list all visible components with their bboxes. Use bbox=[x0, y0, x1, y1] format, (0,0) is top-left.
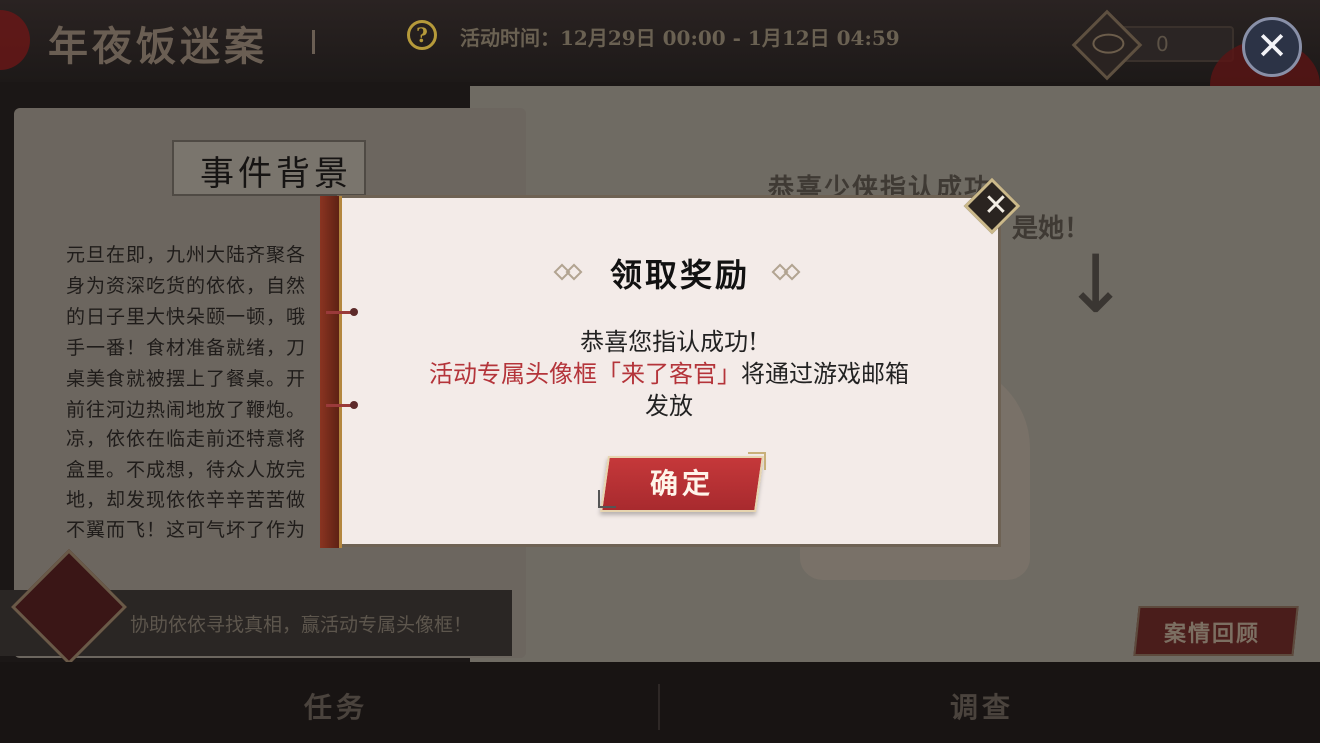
view-counter: 0 bbox=[1071, 9, 1234, 81]
dialog-message: 恭喜您指认成功! bbox=[580, 328, 758, 356]
game-title: 年夜饭迷案 bbox=[48, 23, 268, 70]
divider bbox=[312, 30, 315, 54]
task-description: 协助依依寻找真相，赢活动专属头像框！ bbox=[130, 614, 473, 636]
reward-delivery-text: 将通过游戏邮箱 bbox=[741, 360, 909, 388]
divider bbox=[658, 684, 660, 730]
ornament-icon bbox=[770, 262, 810, 284]
tab-investigate[interactable]: 调查 bbox=[950, 686, 1014, 726]
confirm-button-label[interactable]: 确定 bbox=[604, 462, 760, 502]
pin-decoration bbox=[326, 308, 358, 316]
event-time: 活动时间：12月29日 00:00 - 1月12日 04:59 bbox=[460, 26, 900, 50]
reward-frame-name: 活动专属头像框「来了客官」 bbox=[429, 360, 741, 388]
story-line: 地，却发现依依辛辛苦苦做 bbox=[66, 489, 307, 511]
story-line: 凉，依依在临走前还特意将 bbox=[66, 428, 307, 450]
question-icon[interactable]: ? bbox=[407, 20, 437, 50]
story-line: 的日子里大快朵颐一顿，哦 bbox=[66, 306, 307, 328]
story-line: 不翼而飞！这可气坏了作为 bbox=[66, 519, 307, 541]
arrow-down-icon: ↓ bbox=[1062, 238, 1130, 331]
dialog-reward-line: 活动专属头像框「来了客官」将通过游戏邮箱 bbox=[337, 354, 1001, 389]
story-line: 身为资深吃货的依依，自然 bbox=[66, 275, 307, 297]
story-line: 前往河边热闹地放了鞭炮。 bbox=[66, 399, 307, 421]
dialog-title: 领取奖励 bbox=[609, 256, 750, 294]
close-icon[interactable]: ✕ bbox=[1242, 17, 1302, 77]
story-line: 元旦在即，九州大陆齐聚各 bbox=[66, 244, 307, 266]
story-line: 盒里。不成想，待众人放完 bbox=[66, 459, 307, 481]
bottom-tab-bar bbox=[0, 662, 1320, 743]
close-icon[interactable]: ✕ bbox=[978, 184, 1014, 228]
section-title: 事件背景 bbox=[200, 154, 352, 194]
story-line: 桌美食就被摆上了餐桌。开 bbox=[66, 368, 307, 390]
case-review-label[interactable]: 案情回顾 bbox=[1164, 616, 1260, 648]
tab-tasks[interactable]: 任务 bbox=[304, 686, 368, 726]
view-count: 0 bbox=[1156, 32, 1169, 56]
story-line: 手一番！食材准备就绪，刀 bbox=[66, 337, 307, 359]
dialog-message: 发放 bbox=[645, 392, 693, 420]
